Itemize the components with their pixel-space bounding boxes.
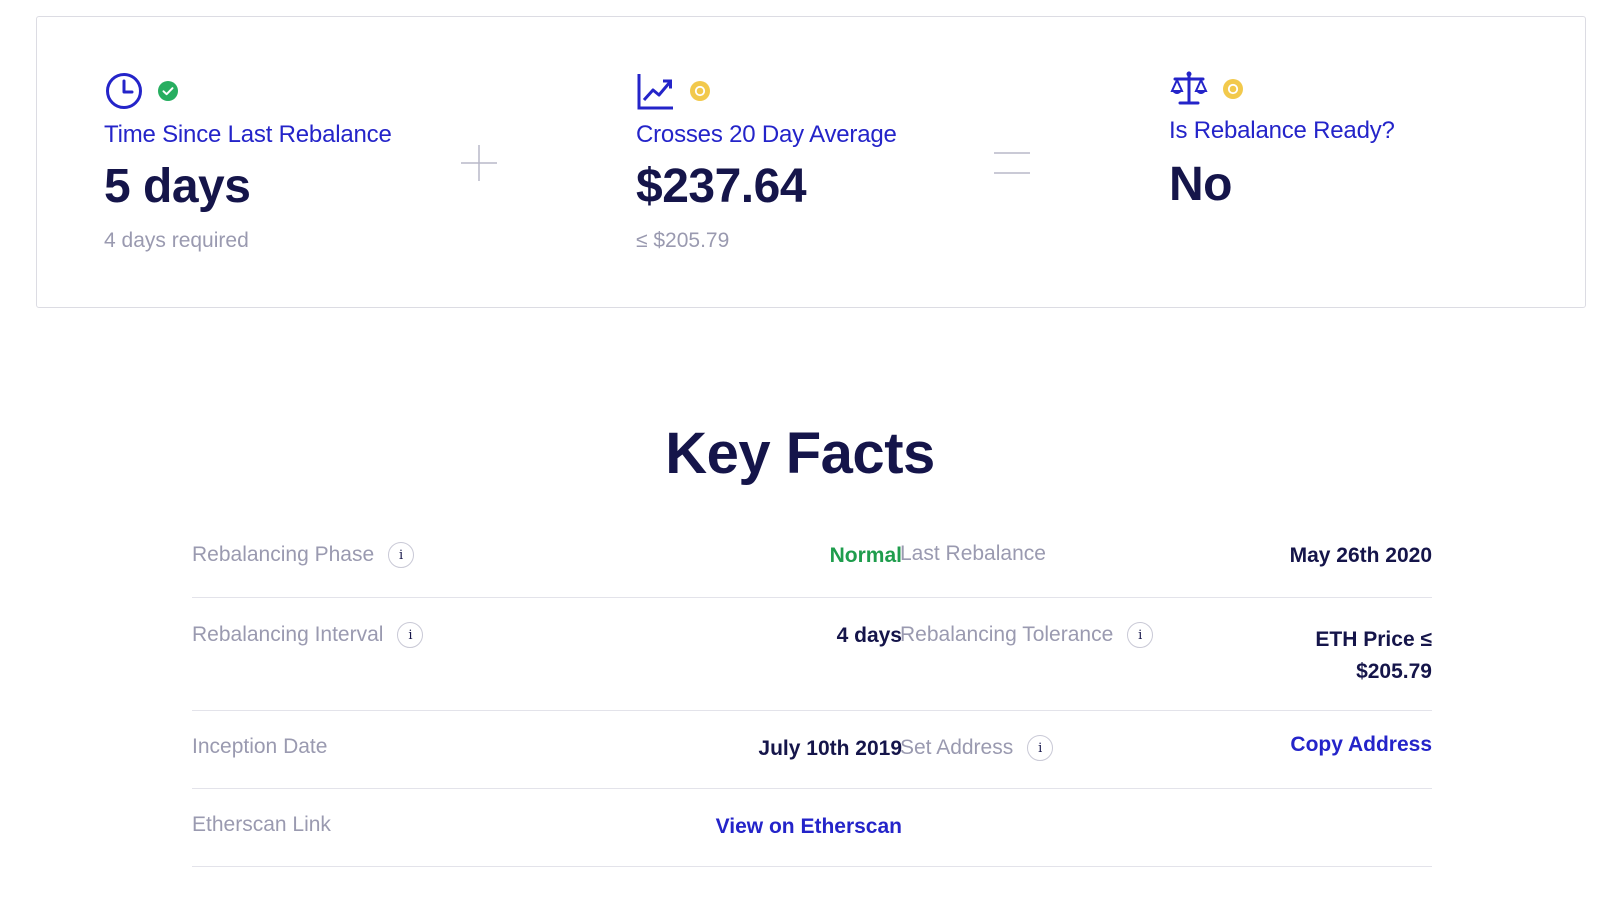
page: Time Since Last Rebalance 5 days 4 days … [0, 0, 1600, 910]
info-icon[interactable]: i [388, 542, 415, 568]
line-chart-icon [636, 71, 676, 111]
key-facts-table: Rebalancing Phase i Normal Last Rebalanc… [192, 518, 1432, 867]
fact-label-rebalancing-tolerance: Rebalancing Tolerance i [900, 622, 1154, 648]
plus-icon [459, 143, 499, 183]
scales-icon [1169, 69, 1209, 109]
fact-label-text: Last Rebalance [900, 542, 1046, 565]
fact-value-rebalancing-phase: Normal [829, 544, 902, 567]
metric-label: Time Since Last Rebalance [104, 121, 392, 148]
fact-label-text: Rebalancing Interval [192, 623, 384, 646]
fact-value-last-rebalance: May 26th 2020 [1289, 544, 1432, 567]
fact-label-rebalancing-interval: Rebalancing Interval i [192, 622, 424, 648]
fact-value-inception-date: July 10th 2019 [758, 737, 902, 760]
fact-label-text: Rebalancing Phase [192, 543, 375, 566]
fact-label-text: Etherscan Link [192, 813, 331, 836]
fact-label-rebalancing-phase: Rebalancing Phase i [192, 542, 415, 568]
info-icon[interactable]: i [1127, 622, 1154, 648]
fact-label-text: Inception Date [192, 735, 328, 758]
metric-crosses-average: Crosses 20 Day Average $237.64 ≤ $205.79 [636, 71, 897, 253]
fact-row: Etherscan Link View on Etherscan [192, 789, 1432, 867]
metric-value: $237.64 [636, 160, 807, 213]
metric-rebalance-ready: Is Rebalance Ready? No [1169, 69, 1395, 211]
fact-row: Rebalancing Interval i 4 days Rebalancin… [192, 598, 1432, 711]
metric-label: Crosses 20 Day Average [636, 121, 897, 148]
copy-address-link[interactable]: Copy Address [1290, 733, 1432, 757]
fact-label-last-rebalance: Last Rebalance [900, 542, 1046, 566]
rebalance-status-card: Time Since Last Rebalance 5 days 4 days … [36, 16, 1586, 308]
fact-value-line: $205.79 [1356, 660, 1432, 683]
metric-value: No [1169, 158, 1232, 211]
fact-label-etherscan-link: Etherscan Link [192, 813, 331, 837]
clock-icon [104, 71, 144, 111]
pending-status-icon [1222, 78, 1244, 100]
metric-time-since-rebalance: Time Since Last Rebalance 5 days 4 days … [104, 71, 392, 253]
check-status-icon [157, 80, 179, 102]
fact-row: Rebalancing Phase i Normal Last Rebalanc… [192, 518, 1432, 598]
pending-status-icon [689, 80, 711, 102]
view-on-etherscan-link[interactable]: View on Etherscan [716, 815, 902, 839]
fact-value-rebalancing-tolerance: ETH Price ≤ $205.79 [1315, 624, 1432, 688]
fact-label-text: Set Address [900, 736, 1014, 759]
fact-row: Inception Date July 10th 2019 Set Addres… [192, 711, 1432, 789]
fact-label-set-address: Set Address i [900, 735, 1054, 761]
key-facts-title: Key Facts [665, 421, 935, 486]
equals-icon [992, 143, 1032, 183]
fact-label-inception-date: Inception Date [192, 735, 327, 759]
metric-value: 5 days [104, 160, 251, 213]
info-icon[interactable]: i [1027, 735, 1054, 761]
metric-requirement: 4 days required [104, 229, 249, 252]
fact-value-line: ETH Price ≤ [1315, 628, 1432, 651]
metric-label: Is Rebalance Ready? [1169, 117, 1395, 144]
metric-icons [636, 71, 897, 111]
metric-requirement: ≤ $205.79 [636, 229, 730, 252]
fact-label-text: Rebalancing Tolerance [900, 623, 1114, 646]
metric-icons [1169, 69, 1395, 109]
info-icon[interactable]: i [397, 622, 424, 648]
fact-value-rebalancing-interval: 4 days [836, 624, 902, 647]
metric-icons [104, 71, 392, 111]
